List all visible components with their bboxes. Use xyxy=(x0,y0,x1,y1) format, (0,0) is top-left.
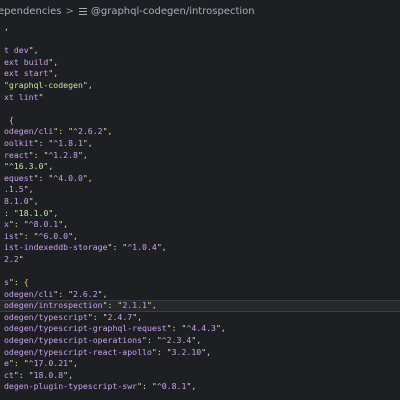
code-line[interactable]: odegen/typescript": "2.4.7", xyxy=(0,312,400,324)
code-line-current[interactable]: odegen/introspection": "2.1.1", xyxy=(0,300,400,312)
code-line[interactable]: 8.1.0", xyxy=(0,196,400,208)
code-line[interactable]: e": "^17.0.21", xyxy=(0,358,400,370)
code-line[interactable]: 2.2" xyxy=(0,254,400,266)
code-line[interactable]: xt lint" xyxy=(0,92,400,104)
code-line[interactable]: : "18.1.0", xyxy=(0,208,400,220)
code-line[interactable]: ist-indexeddb-storage": "^1.0.4", xyxy=(0,242,400,254)
code-line[interactable] xyxy=(0,103,400,115)
code-line[interactable] xyxy=(0,34,400,46)
code-line[interactable]: x": "^8.0.1", xyxy=(0,219,400,231)
code-line[interactable]: s": { xyxy=(0,277,400,289)
breadcrumb-item-dependencies[interactable]: ependencies xyxy=(0,6,61,17)
code-line[interactable] xyxy=(0,265,400,277)
code-line[interactable]: odegen/typescript-react-apollo": "3.2.10… xyxy=(0,347,400,359)
code-line[interactable]: , xyxy=(0,22,400,34)
code-line[interactable]: react": "^1.2.8", xyxy=(0,150,400,162)
chevron-right-icon: > xyxy=(65,5,74,17)
list-icon xyxy=(78,7,88,16)
code-line[interactable]: ext start", xyxy=(0,68,400,80)
code-lines[interactable]: , t dev", ext build", ext start", "graphql-c… xyxy=(0,22,400,393)
breadcrumb-item-introspection[interactable]: @graphql-codegen/introspection xyxy=(91,6,255,17)
code-line[interactable]: { xyxy=(0,115,400,127)
code-line[interactable]: ct": "18.0.8", xyxy=(0,370,400,382)
code-line[interactable]: odegen/typescript-operations": "^2.3.4", xyxy=(0,335,400,347)
code-line[interactable]: "^16.3.0", xyxy=(0,161,400,173)
code-line[interactable]: oolkit": "^1.8.1", xyxy=(0,138,400,150)
breadcrumb: ependencies > @graphql-codegen/introspec… xyxy=(0,0,400,22)
code-line[interactable]: odegen/typescript-graphql-request": "^4.… xyxy=(0,323,400,335)
code-line[interactable]: .1.5", xyxy=(0,184,400,196)
code-line[interactable]: ext build", xyxy=(0,57,400,69)
code-line[interactable]: degen-plugin-typescript-swr": "^0.8.1", xyxy=(0,381,400,393)
code-editor[interactable]: ependencies > @graphql-codegen/introspec… xyxy=(0,0,400,400)
code-line[interactable]: t dev", xyxy=(0,45,400,57)
code-line[interactable]: equest": "^4.0.0", xyxy=(0,173,400,185)
code-line[interactable]: ist": "^6.0.0", xyxy=(0,231,400,243)
code-line[interactable]: odegen/cli": "^2.6.2", xyxy=(0,126,400,138)
code-line[interactable]: odegen/cli": "2.6.2", xyxy=(0,289,400,301)
code-line[interactable]: "graphql-codegen", xyxy=(0,80,400,92)
